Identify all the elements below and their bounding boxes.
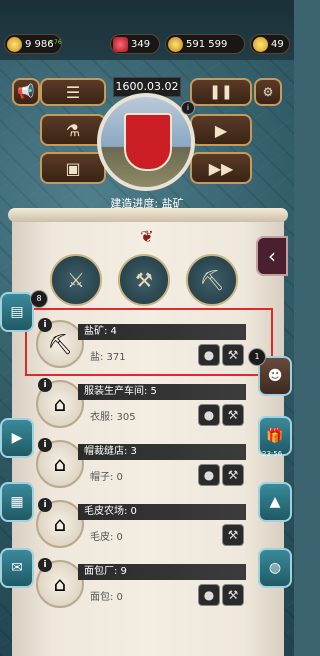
world-button[interactable]: ◍ (258, 548, 292, 588)
map-icon: ▦ (10, 494, 24, 510)
money-value: 591 599 (186, 39, 228, 50)
gear-icon: ⚙ (262, 85, 274, 99)
building-row[interactable]: ⌂ i 服装生产车间: 5 衣服: 305 ● ⚒ (36, 376, 248, 436)
highlight-box (25, 308, 273, 376)
scroll-icon: ▤ (10, 304, 24, 320)
announcement-button[interactable]: 📢 (12, 78, 40, 106)
building-name: 毛皮农场: 0 (78, 504, 246, 520)
gift-icon: 🎁 (266, 428, 284, 444)
build-button[interactable]: ⚒ (222, 404, 244, 426)
left-badge: 8 (30, 290, 48, 308)
rubies-value: 349 (131, 39, 151, 50)
building-product: 面包: 0 (90, 592, 123, 603)
building-row[interactable]: ⌂ i 帽裁缝店: 3 帽子: 0 ● ⚒ (36, 436, 248, 496)
ruby-icon (113, 37, 128, 52)
advisor-icon: ☻ (267, 368, 283, 384)
hammer-icon: ⚒ (227, 588, 239, 602)
crest-info-icon[interactable]: i (181, 101, 195, 115)
menu-icon: ☰ (65, 82, 81, 102)
video-button[interactable]: ▶ (0, 418, 34, 458)
fast-forward-button[interactable]: ▶▶ (190, 152, 252, 184)
play-button[interactable]: ▶ (190, 114, 252, 146)
coins-counter[interactable]: 9 986 +76 (4, 34, 62, 54)
play-icon: ▶ (214, 120, 228, 140)
building-row[interactable]: ⌂ i 毛皮农场: 0 毛皮: 0 ⚒ (36, 496, 248, 556)
bomb-button[interactable]: ● (198, 584, 220, 606)
building-name: 帽裁缝店: 3 (78, 444, 246, 460)
building-product: 衣服: 305 (90, 412, 136, 423)
scroll-roll (8, 208, 288, 222)
video-icon: ▶ (11, 430, 23, 446)
money-counter[interactable]: 591 599 (165, 34, 245, 54)
back-button[interactable]: ‹ (256, 236, 288, 276)
megaphone-icon: 📢 (17, 84, 35, 100)
rubies-counter[interactable]: 349 (110, 34, 160, 54)
units-button[interactable]: ▲ (258, 482, 292, 522)
building-product: 帽子: 0 (90, 472, 123, 483)
map-button[interactable]: ▦ (0, 482, 34, 522)
settings-button[interactable]: ⚙ (254, 78, 282, 106)
building-row[interactable]: ⌂ i 面包厂: 9 面包: 0 ● ⚒ (36, 556, 248, 616)
mail-button[interactable]: ✉ (0, 548, 34, 588)
flask-icon: ⚗ (65, 120, 81, 140)
building-name: 面包厂: 9 (78, 564, 246, 580)
coat-of-arms-icon (124, 113, 172, 171)
info-icon[interactable]: i (38, 498, 52, 512)
stars-value: 49 (271, 39, 284, 50)
globe-icon: ◍ (268, 560, 282, 576)
menu-button[interactable]: ☰ (40, 78, 106, 106)
right-badge: 1 (248, 348, 266, 366)
chest-icon: ▣ (65, 158, 81, 178)
hammer-icon: ⚒ (227, 528, 239, 542)
treasure-button[interactable]: ▣ (40, 152, 106, 184)
stars-counter[interactable]: 49 (250, 34, 290, 54)
ornament-knot-icon: ❦ (140, 227, 154, 246)
bomb-button[interactable]: ● (198, 404, 220, 426)
bomb-button[interactable]: ● (198, 464, 220, 486)
military-category-button[interactable]: ⚔ (50, 254, 102, 306)
hammer-icon: ⚒ (227, 468, 239, 482)
mail-icon: ✉ (11, 560, 23, 576)
resource-bar: 9 986 +76 349 591 599 49 (0, 0, 294, 60)
build-button[interactable]: ⚒ (222, 524, 244, 546)
info-icon[interactable]: i (38, 378, 52, 392)
chevron-left-icon: ‹ (268, 244, 276, 268)
gift-timer: 23:56 (262, 450, 283, 458)
hammer-icon: ⚒ (227, 408, 239, 422)
bomb-icon: ● (203, 588, 215, 602)
coins-rate: +76 (49, 39, 62, 46)
money-bag-icon (168, 37, 183, 52)
build-button[interactable]: ⚒ (222, 464, 244, 486)
crossed-swords-icon: ⚔ (67, 268, 85, 292)
left-panel-button[interactable]: ▤ (0, 292, 34, 332)
bomb-icon: ● (203, 468, 215, 482)
info-icon[interactable]: i (38, 438, 52, 452)
building-product: 毛皮: 0 (90, 532, 123, 543)
build-button[interactable]: ⚒ (222, 584, 244, 606)
materials-icon: ⛏ (199, 268, 225, 292)
resources-category-button[interactable]: ⛏ (186, 254, 238, 306)
goods-icon: ⚒ (135, 268, 153, 292)
fast-forward-icon: ▶▶ (208, 158, 234, 178)
pause-icon: ❚❚ (209, 84, 233, 100)
pause-button[interactable]: ❚❚ (190, 78, 252, 106)
info-icon[interactable]: i (38, 558, 52, 572)
star-icon (253, 37, 268, 52)
production-category-button[interactable]: ⚒ (118, 254, 170, 306)
boot-icon: ▲ (269, 494, 281, 510)
building-name: 服装生产车间: 5 (78, 384, 246, 400)
coin-icon (7, 37, 22, 52)
bomb-icon: ● (203, 408, 215, 422)
